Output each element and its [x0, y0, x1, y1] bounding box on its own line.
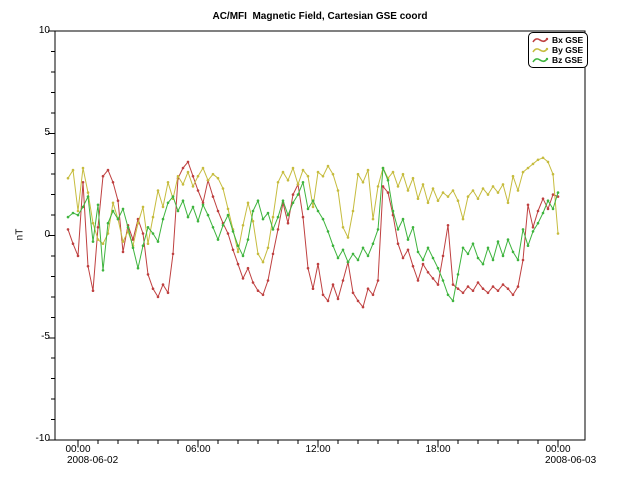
y-tick-label: 5 — [18, 127, 50, 138]
x-tick-label: 00:00 — [58, 444, 98, 455]
legend-entry-bz: Bz GSE — [532, 55, 583, 65]
y-tick-label: -10 — [18, 433, 50, 444]
legend-entry-by: By GSE — [532, 45, 583, 55]
y-tick-label: -5 — [18, 331, 50, 342]
plot-canvas[interactable] — [0, 0, 640, 480]
x-tick-label: 00:00 — [538, 444, 578, 455]
x-tick-label: 12:00 — [298, 444, 338, 455]
legend-entry-bx: Bx GSE — [532, 35, 583, 45]
legend: Bx GSE By GSE Bz GSE — [528, 32, 588, 68]
magnetic-field-chart-window: AC/MFI Magnetic Field, Cartesian GSE coo… — [0, 0, 640, 480]
bx-line-sample-icon — [532, 36, 549, 44]
legend-label: Bx GSE — [552, 35, 583, 45]
legend-label: By GSE — [552, 45, 583, 55]
x-axis-date-start: 2008-06-02 — [67, 455, 118, 466]
x-tick-label: 18:00 — [418, 444, 458, 455]
by-line-sample-icon — [532, 46, 549, 54]
x-axis-date-end: 2008-06-03 — [545, 455, 596, 466]
y-axis-label: nT — [14, 229, 25, 241]
y-tick-label: 10 — [18, 25, 50, 36]
legend-label: Bz GSE — [552, 55, 583, 65]
bz-line-sample-icon — [532, 56, 549, 64]
x-tick-label: 06:00 — [178, 444, 218, 455]
